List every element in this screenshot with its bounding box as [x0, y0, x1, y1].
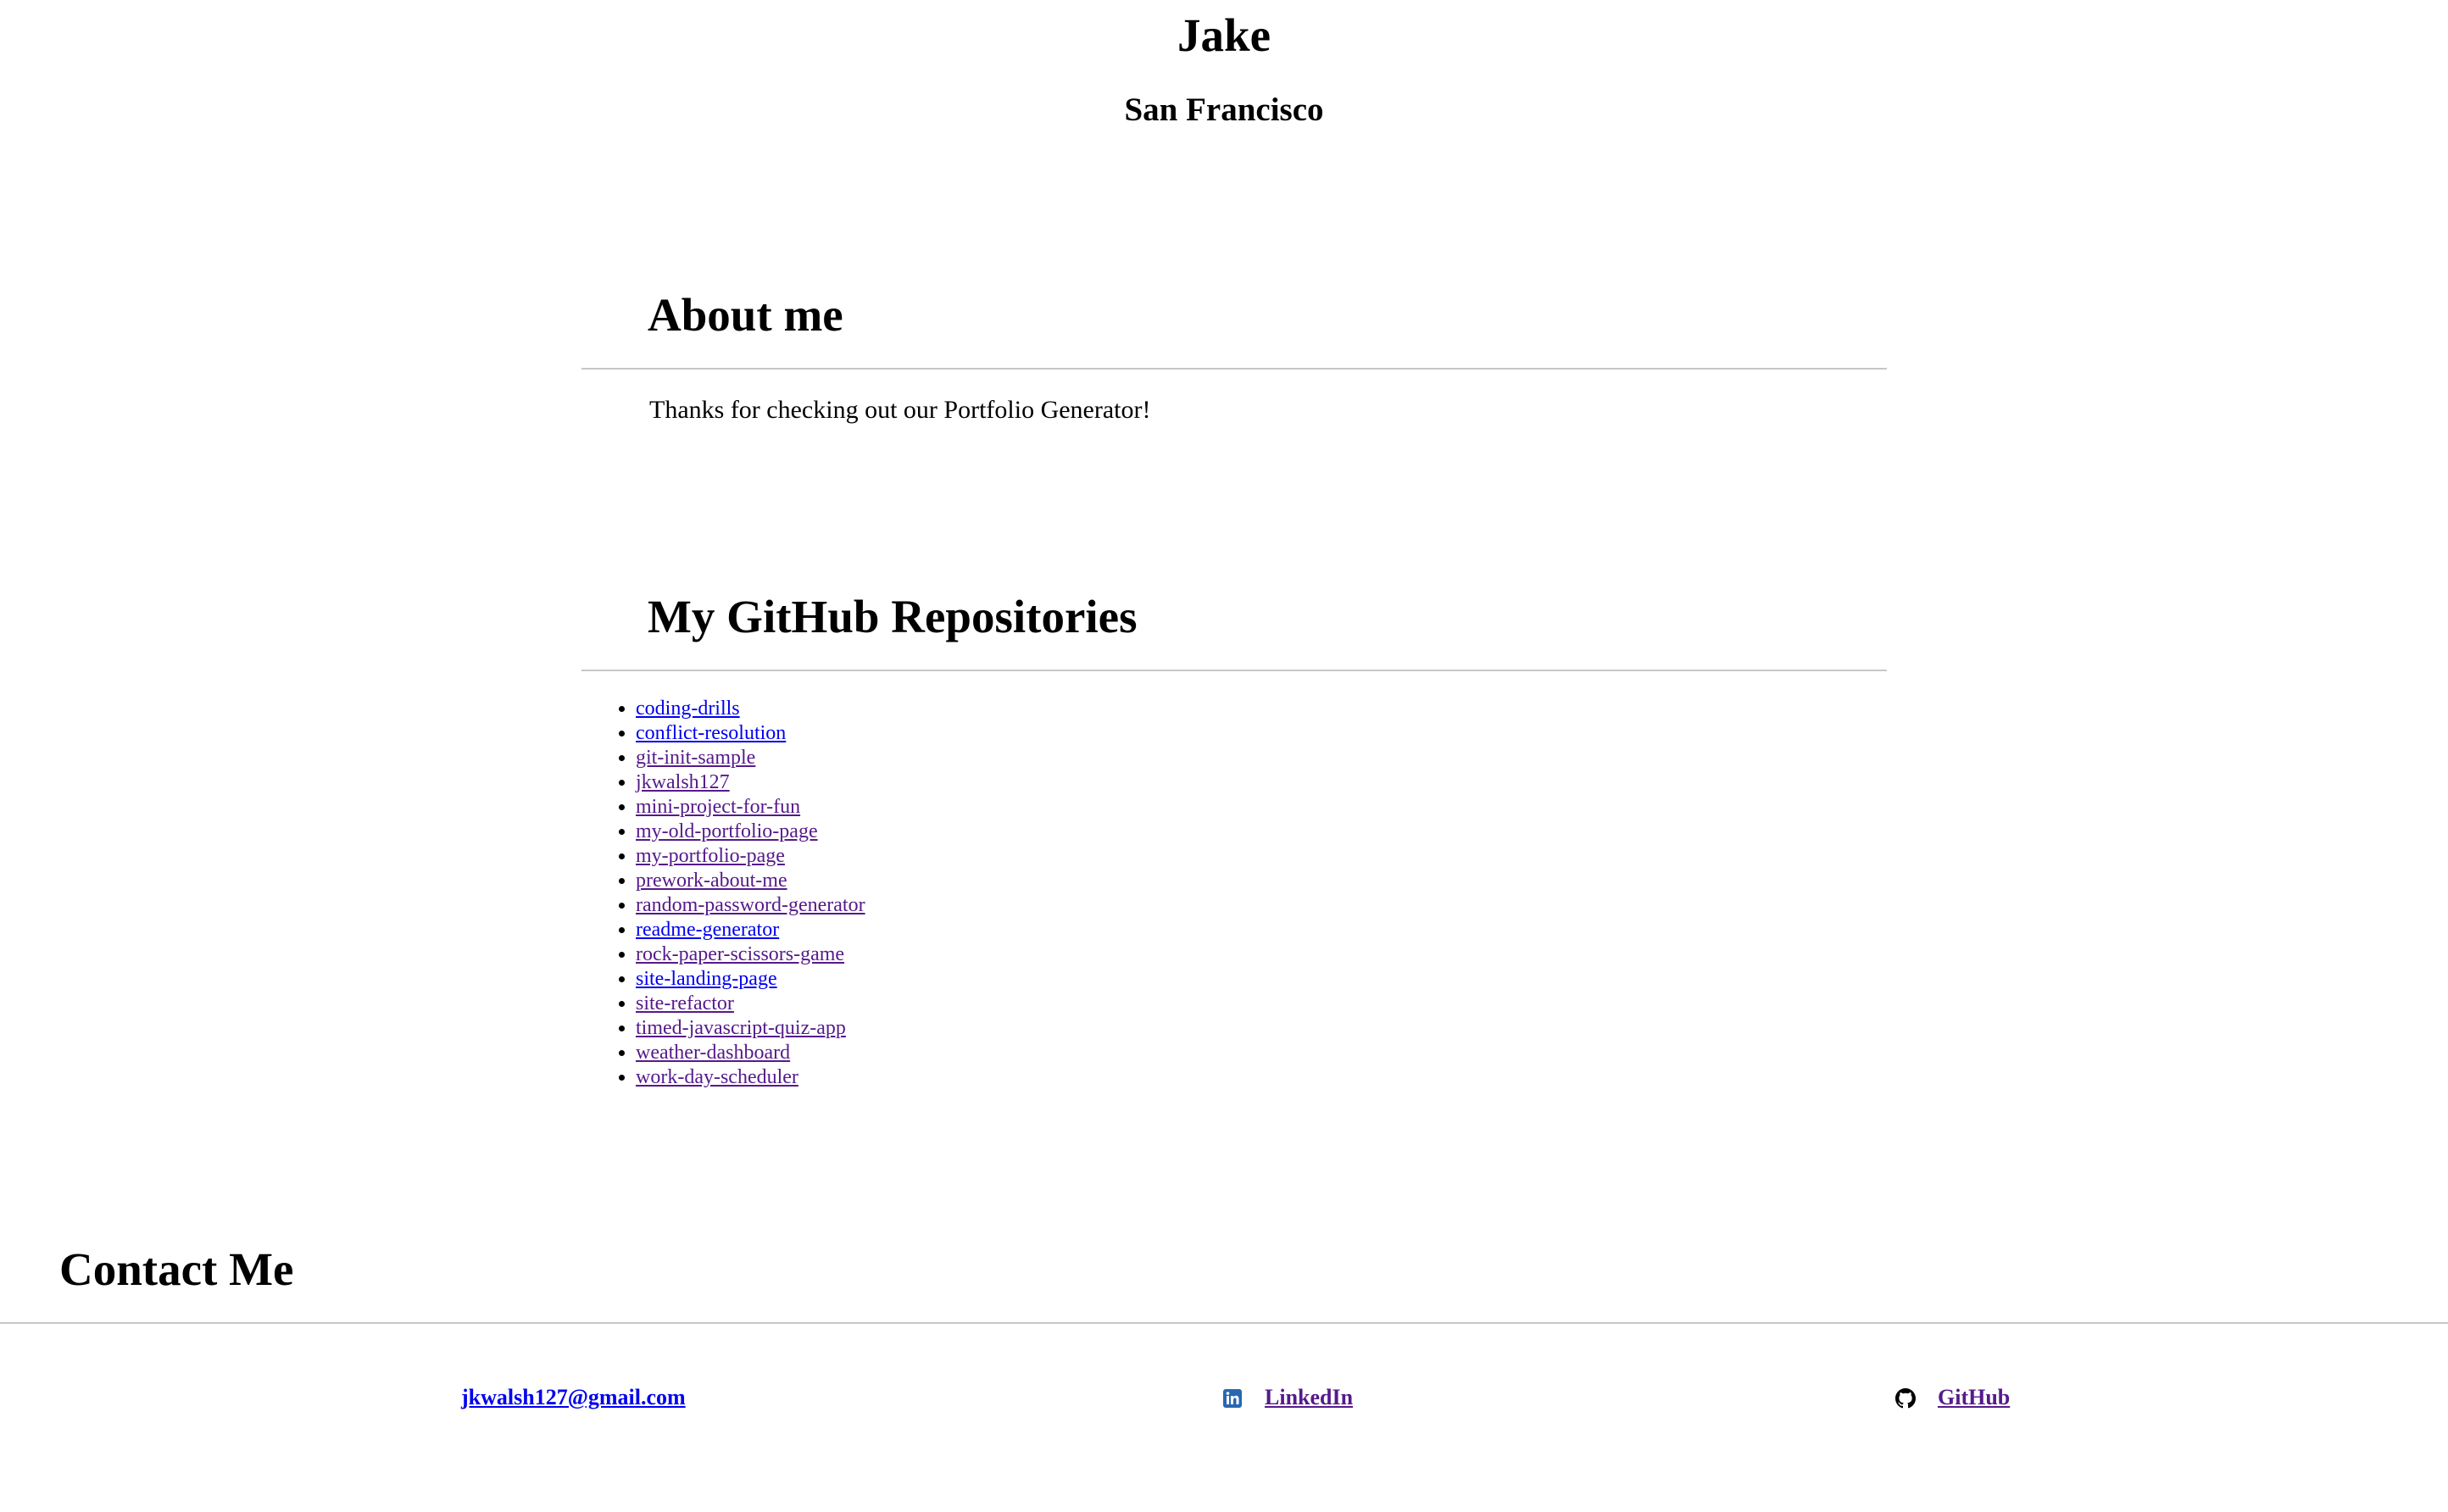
linkedin-icon[interactable] [1222, 1387, 1243, 1408]
github-icon[interactable] [1895, 1387, 1916, 1409]
repo-link[interactable]: mini-project-for-fun [636, 796, 800, 818]
repo-list: coding-drillsconflict-resolution git-init… [581, 697, 1887, 1090]
page-title-name: Jake [1177, 9, 1271, 61]
repo-list-item: conflict-resolution [636, 721, 1887, 746]
github-link[interactable]: GitHub [1938, 1383, 2010, 1412]
repos-divider [581, 670, 1887, 671]
email-link[interactable]: jkwalsh127@gmail.com [461, 1383, 686, 1412]
repo-link[interactable]: my-portfolio-page [636, 845, 785, 867]
repo-link[interactable]: coding-drills [636, 698, 740, 720]
repo-list-item: random-password-generator [636, 893, 1887, 918]
repo-list-item: my-old-portfolio-page [636, 820, 1887, 844]
repo-link[interactable]: site-landing-page [636, 968, 777, 990]
repo-link[interactable]: timed-javascript-quiz-app [636, 1017, 846, 1039]
repo-list-item: mini-project-for-fun [636, 795, 1887, 820]
repo-list-item: rock-paper-scissors-game [636, 942, 1887, 967]
about-divider [581, 368, 1887, 370]
repo-list-item: git-init-sample [636, 746, 1887, 770]
repo-list-item: jkwalsh127 [636, 770, 1887, 795]
repo-link[interactable]: prework-about-me [636, 870, 787, 892]
contact-linkedin: LinkedIn [1222, 1383, 1353, 1412]
linkedin-link[interactable]: LinkedIn [1265, 1383, 1353, 1412]
repo-list-item: timed-javascript-quiz-app [636, 1016, 1887, 1041]
repo-link[interactable]: rock-paper-scissors-game [636, 943, 844, 965]
about-section: About me Thanks for checking out our Por… [581, 285, 1887, 425]
contact-divider [0, 1322, 2448, 1324]
repo-link[interactable]: conflict-resolution [636, 722, 786, 744]
repo-list-item: site-refactor [636, 992, 1887, 1016]
repo-list-item: site-landing-page [636, 967, 1887, 992]
repo-list-item: my-portfolio-page [636, 844, 1887, 869]
repo-list-item: coding-drills [636, 697, 1887, 721]
repo-link[interactable]: readme-generator [636, 919, 779, 941]
repos-heading: My GitHub Repositories [648, 591, 1138, 642]
repo-list-item: readme-generator [636, 918, 1887, 942]
repo-link[interactable]: jkwalsh127 [636, 771, 730, 793]
about-heading: About me [648, 289, 843, 341]
repo-list-item: weather-dashboard [636, 1041, 1887, 1065]
contact-email: jkwalsh127@gmail.com [461, 1383, 686, 1412]
contact-heading: Contact Me [59, 1243, 294, 1295]
repo-link[interactable]: site-refactor [636, 992, 734, 1014]
about-text: Thanks for checking out our Portfolio Ge… [649, 396, 1151, 424]
repo-link[interactable]: git-init-sample [636, 747, 755, 769]
location-subtitle: San Francisco [1124, 92, 1324, 128]
repo-link[interactable]: weather-dashboard [636, 1042, 790, 1064]
repo-link[interactable]: my-old-portfolio-page [636, 820, 818, 842]
repo-link[interactable]: random-password-generator [636, 894, 865, 916]
contact-github: GitHub [1895, 1383, 2010, 1412]
repos-section: My GitHub Repositories coding-drillsconf… [581, 586, 1887, 1090]
repo-link[interactable]: work-day-scheduler [636, 1066, 798, 1088]
repo-list-item: work-day-scheduler [636, 1065, 1887, 1090]
repo-list-item: prework-about-me [636, 869, 1887, 893]
